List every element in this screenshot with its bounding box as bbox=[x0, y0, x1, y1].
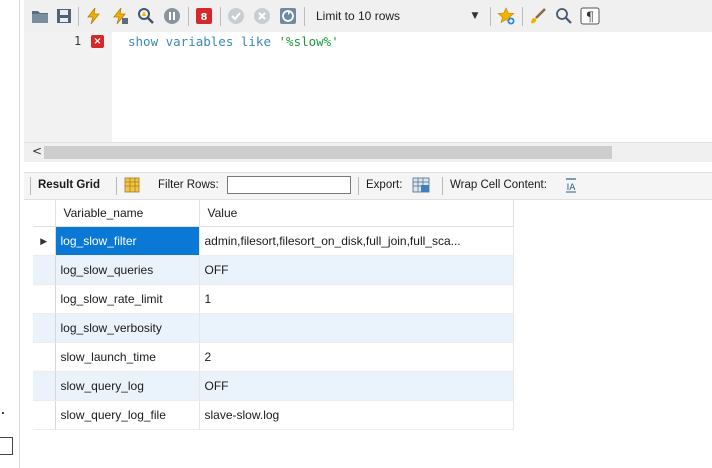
toolbar-separator bbox=[304, 7, 305, 26]
add-snippet-icon[interactable] bbox=[496, 6, 516, 26]
row-marker bbox=[33, 400, 56, 430]
row-marker-header bbox=[33, 200, 56, 227]
line-number: 1 bbox=[74, 34, 82, 48]
chevron-down-icon[interactable]: ▼ bbox=[464, 6, 486, 26]
column-header-value[interactable]: Value bbox=[199, 200, 514, 227]
grid-cell-name[interactable]: log_slow_queries bbox=[55, 255, 200, 285]
panel-divider[interactable] bbox=[19, 0, 20, 468]
svg-text:8: 8 bbox=[201, 12, 208, 23]
grid-cell-value[interactable]: slave-slow.log bbox=[199, 400, 514, 430]
filter-rows-input[interactable] bbox=[227, 176, 351, 194]
table-row[interactable]: log_slow_queries OFF bbox=[33, 255, 514, 285]
execute-icon[interactable] bbox=[84, 6, 104, 26]
table-row[interactable]: slow_query_log_file slave-slow.log bbox=[33, 400, 514, 430]
folder-icon[interactable] bbox=[30, 6, 50, 26]
grid-view-icon[interactable] bbox=[124, 177, 140, 196]
svg-text:¶: ¶ bbox=[586, 10, 594, 25]
sql-code-line[interactable]: show variables like '%slow%' bbox=[128, 34, 339, 49]
toolbar-separator bbox=[220, 7, 221, 26]
row-marker bbox=[33, 371, 56, 401]
grid-cell-value[interactable]: 1 bbox=[199, 284, 514, 314]
row-marker bbox=[33, 342, 56, 372]
table-row[interactable]: log_slow_rate_limit 1 bbox=[33, 284, 514, 314]
table-row[interactable]: log_slow_verbosity bbox=[33, 313, 514, 343]
grid-cell-value[interactable]: 2 bbox=[199, 342, 514, 372]
result-toolbar: Result Grid Filter Rows: Export: Wrap Ce… bbox=[24, 172, 712, 200]
autocommit-icon[interactable] bbox=[278, 6, 298, 26]
commit-icon[interactable] bbox=[226, 6, 246, 26]
error-marker-icon[interactable]: × bbox=[91, 35, 104, 48]
scroll-left-icon[interactable]: < bbox=[32, 144, 42, 158]
wrap-cell-label: Wrap Cell Content: bbox=[450, 179, 547, 191]
grid-cell-name[interactable]: log_slow_rate_limit bbox=[55, 284, 200, 314]
result-grid-tab[interactable]: Result Grid bbox=[38, 179, 100, 191]
left-panel-input[interactable] bbox=[0, 437, 13, 455]
filter-rows-label: Filter Rows: bbox=[158, 179, 219, 191]
stop-icon[interactable] bbox=[162, 6, 182, 26]
table-row[interactable]: slow_launch_time 2 bbox=[33, 342, 514, 372]
query-toolbar: 8 Limit to 10 rows ▼ ¶ bbox=[24, 0, 712, 32]
column-header-variable-name[interactable]: Variable_name bbox=[55, 200, 200, 227]
export-label: Export: bbox=[366, 179, 403, 191]
limit-rows-value: Limit to 10 rows bbox=[316, 9, 401, 23]
grid-cell-value[interactable] bbox=[199, 313, 514, 343]
row-marker bbox=[33, 313, 56, 343]
table-row[interactable]: ▶ log_slow_filter admin,filesort,filesor… bbox=[33, 226, 514, 256]
row-marker bbox=[33, 255, 56, 285]
grid-header-row: Variable_name Value bbox=[33, 200, 514, 227]
sql-keyword: show variables like bbox=[128, 34, 271, 49]
grid-cell-value[interactable]: OFF bbox=[199, 371, 514, 401]
sql-editor[interactable]: 1 × show variables like '%slow%' bbox=[24, 32, 712, 142]
toolbar-separator bbox=[78, 7, 79, 26]
editor-horizontal-scrollbar[interactable]: < bbox=[24, 142, 712, 162]
toolbar-separator bbox=[116, 177, 117, 195]
toolbar-separator bbox=[188, 7, 189, 26]
toolbar-separator bbox=[442, 177, 443, 195]
explain-icon[interactable] bbox=[136, 6, 156, 26]
result-grid: Variable_name Value ▶ log_slow_filter ad… bbox=[33, 200, 514, 430]
current-row-arrow-icon: ▶ bbox=[33, 226, 56, 256]
grid-cell-name[interactable]: slow_query_log_file bbox=[55, 400, 200, 430]
toolbar-separator bbox=[522, 7, 523, 26]
find-icon[interactable] bbox=[554, 6, 574, 26]
row-marker bbox=[33, 284, 56, 314]
grid-cell-value[interactable]: OFF bbox=[199, 255, 514, 285]
grid-cell-value[interactable]: admin,filesort,filesort_on_disk,full_joi… bbox=[199, 226, 514, 256]
rollback-icon[interactable] bbox=[252, 6, 272, 26]
grid-cell-name[interactable]: log_slow_verbosity bbox=[55, 313, 200, 343]
left-panel-edge bbox=[0, 0, 20, 468]
grid-cell-name[interactable]: log_slow_filter bbox=[55, 226, 200, 256]
toggle-error-icon[interactable]: 8 bbox=[194, 6, 214, 26]
wrap-cell-icon[interactable]: IA bbox=[564, 177, 578, 196]
toolbar-separator bbox=[30, 177, 31, 195]
grid-cell-name[interactable]: slow_launch_time bbox=[55, 342, 200, 372]
save-icon[interactable] bbox=[54, 6, 74, 26]
editor-gutter: 1 × bbox=[24, 32, 112, 142]
sql-string: '%slow%' bbox=[278, 34, 339, 49]
left-panel-mark bbox=[2, 412, 4, 414]
brush-icon[interactable] bbox=[528, 6, 548, 26]
execute-current-icon[interactable] bbox=[110, 6, 130, 26]
toolbar-separator bbox=[490, 7, 491, 26]
table-row[interactable]: slow_query_log OFF bbox=[33, 371, 514, 401]
grid-cell-name[interactable]: slow_query_log bbox=[55, 371, 200, 401]
toolbar-separator bbox=[358, 177, 359, 195]
export-icon[interactable] bbox=[412, 176, 430, 197]
invisible-chars-icon[interactable]: ¶ bbox=[580, 6, 600, 26]
scrollbar-thumb[interactable] bbox=[44, 146, 612, 159]
